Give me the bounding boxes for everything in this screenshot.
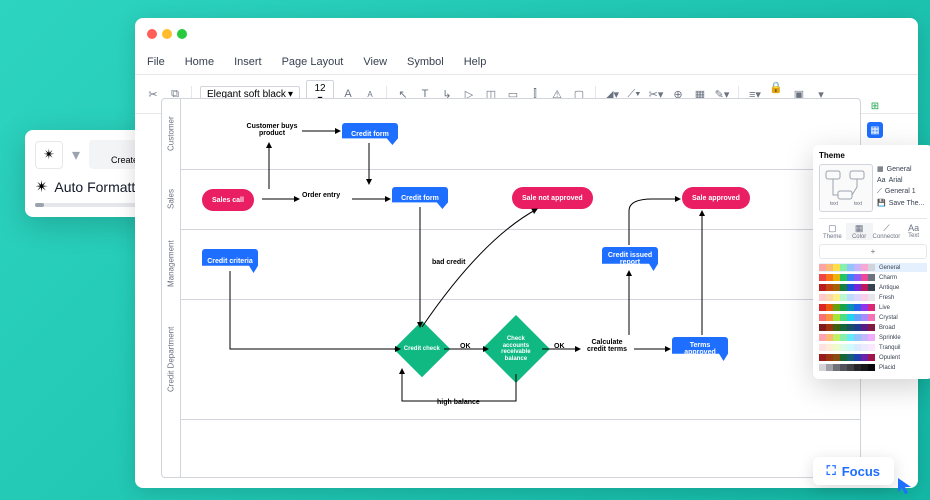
theme-opt-1[interactable]: AaArial	[877, 175, 927, 186]
theme-tab-connector[interactable]: ⟋Connector	[873, 223, 901, 240]
app-window: FileHomeInsertPage LayoutViewSymbolHelp …	[135, 18, 918, 488]
window-controls[interactable]	[135, 18, 918, 52]
palette-antique[interactable]: Antique	[819, 283, 927, 292]
theme-opt-0[interactable]: ▦General	[877, 164, 927, 175]
cut-icon[interactable]: ✂	[145, 86, 161, 102]
palette-opulent[interactable]: Opulent	[819, 353, 927, 362]
menu-help[interactable]: Help	[464, 56, 487, 68]
palette-general[interactable]: General	[819, 263, 927, 272]
palette-sprinkle[interactable]: Sprinkle	[819, 333, 927, 342]
theme-tab-theme[interactable]: ▢Theme	[819, 223, 846, 240]
menu-insert[interactable]: Insert	[234, 56, 262, 68]
menu-file[interactable]: File	[147, 56, 165, 68]
palette-live[interactable]: Live	[819, 303, 927, 312]
layout-icon[interactable]: ▦	[867, 122, 883, 138]
add-palette-button[interactable]: +	[819, 244, 927, 259]
diagram-canvas[interactable]: Customer Sales Management Credit Departm…	[161, 98, 861, 478]
palette-charm[interactable]: Charm	[819, 273, 927, 282]
focus-icon: ⛶	[827, 463, 836, 479]
menu-symbol[interactable]: Symbol	[407, 56, 444, 68]
focus-button[interactable]: ⛶ Focus	[813, 457, 894, 485]
connectors	[162, 99, 862, 479]
sparkle-icon[interactable]: ✴	[35, 141, 63, 169]
theme-title: Theme	[819, 151, 927, 160]
palette-placid[interactable]: Placid	[819, 363, 927, 372]
theme-opt-2[interactable]: ⟋General 1	[877, 186, 927, 197]
theme-tab-color[interactable]: ▦Color	[846, 223, 873, 240]
palette-tranquil[interactable]: Tranquil	[819, 343, 927, 352]
menu-view[interactable]: View	[363, 56, 387, 68]
menu-bar: File Home Insert Page Layout View Symbol Help	[135, 52, 918, 75]
theme-preview[interactable]: text text	[819, 164, 873, 212]
cursor-icon-2	[896, 476, 916, 496]
theme-panel: Theme text text ▦GeneralAaArial⟋General 1…	[813, 145, 930, 379]
theme-opt-3[interactable]: 💾Save The...	[877, 198, 927, 209]
svg-text:text: text	[830, 201, 839, 207]
palette-broad[interactable]: Broad	[819, 323, 927, 332]
palette-crystal[interactable]: Crystal	[819, 313, 927, 322]
svg-text:text: text	[854, 201, 863, 207]
app-icon[interactable]: ⊞	[867, 98, 883, 114]
menu-page-layout[interactable]: Page Layout	[282, 56, 344, 68]
menu-home[interactable]: Home	[185, 56, 214, 68]
theme-tab-text[interactable]: AaText	[900, 223, 927, 240]
palette-fresh[interactable]: Fresh	[819, 293, 927, 302]
